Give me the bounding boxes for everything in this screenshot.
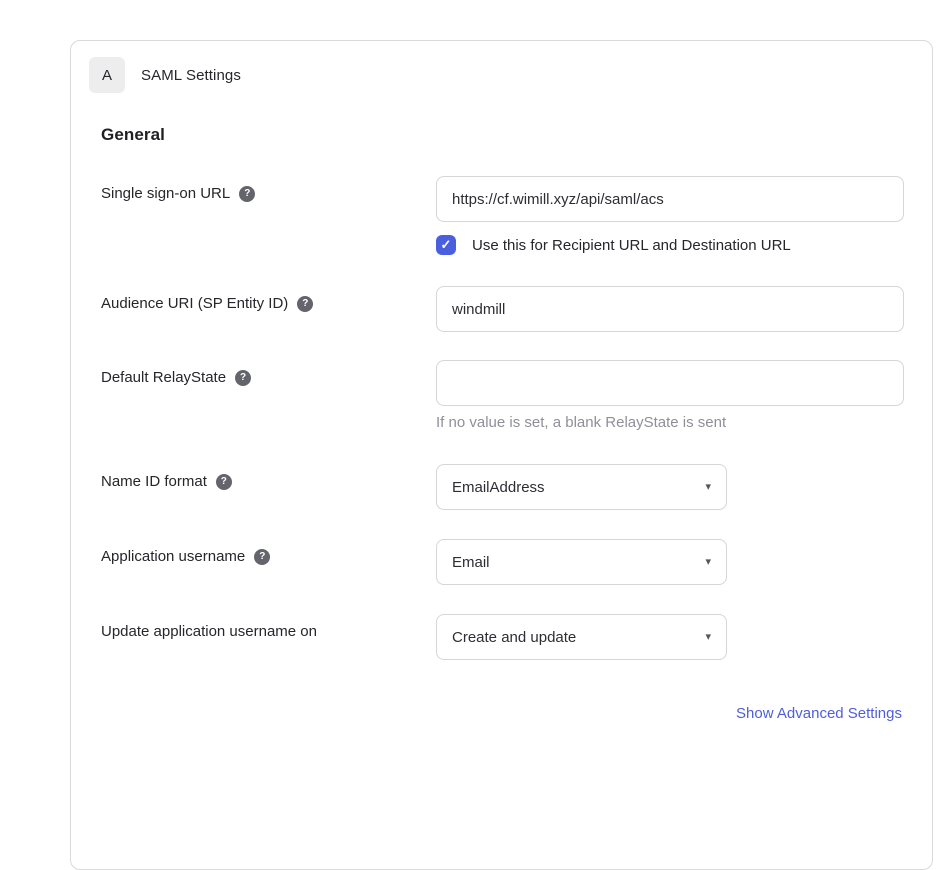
caret-down-icon: ▾ (705, 557, 711, 568)
update-username-label-text: Update application username on (101, 623, 317, 640)
footer-row: Show Advanced Settings (101, 705, 902, 723)
audience-uri-control (436, 286, 904, 332)
update-username-select-value: Create and update (452, 629, 576, 646)
application-username-select-value: Email (452, 554, 490, 571)
card-header: A SAML Settings (89, 57, 902, 93)
card-title: SAML Settings (141, 67, 241, 84)
form-row-nameid: Name ID format ? EmailAddress ▾ (101, 464, 902, 510)
saml-settings-card: A SAML Settings General Single sign-on U… (70, 40, 933, 870)
relaystate-hint: If no value is set, a blank RelayState i… (436, 414, 904, 431)
name-id-format-select[interactable]: EmailAddress ▾ (436, 464, 727, 510)
form-row-sso: Single sign-on URL ? ✓ Use this for Reci… (101, 176, 902, 255)
update-username-select[interactable]: Create and update ▾ (436, 614, 727, 660)
use-for-recipient-checkbox[interactable]: ✓ (436, 235, 456, 255)
sso-url-help-icon[interactable]: ? (239, 186, 255, 202)
sso-url-input[interactable] (436, 176, 904, 222)
sso-url-control: ✓ Use this for Recipient URL and Destina… (436, 176, 904, 255)
caret-down-icon: ▾ (705, 482, 711, 493)
form-row-app-username: Application username ? Email ▾ (101, 539, 902, 585)
application-username-label-text: Application username (101, 548, 245, 565)
audience-uri-label-text: Audience URI (SP Entity ID) (101, 295, 288, 312)
form-row-audience: Audience URI (SP Entity ID) ? (101, 286, 902, 332)
sso-url-label: Single sign-on URL ? (101, 176, 436, 202)
caret-down-icon: ▾ (705, 632, 711, 643)
audience-uri-help-icon[interactable]: ? (297, 296, 313, 312)
relaystate-control: If no value is set, a blank RelayState i… (436, 360, 904, 431)
section-badge: A (89, 57, 125, 93)
relaystate-label: Default RelayState ? (101, 360, 436, 386)
name-id-format-label-text: Name ID format (101, 473, 207, 490)
audience-uri-input[interactable] (436, 286, 904, 332)
relaystate-help-icon[interactable]: ? (235, 370, 251, 386)
name-id-format-label: Name ID format ? (101, 464, 436, 490)
saml-settings-form: Single sign-on URL ? ✓ Use this for Reci… (101, 176, 902, 723)
general-heading: General (101, 125, 902, 145)
sso-url-label-text: Single sign-on URL (101, 185, 230, 202)
application-username-select[interactable]: Email ▾ (436, 539, 727, 585)
show-advanced-settings-link[interactable]: Show Advanced Settings (736, 705, 902, 722)
sso-checkbox-row: ✓ Use this for Recipient URL and Destina… (436, 235, 904, 255)
audience-uri-label: Audience URI (SP Entity ID) ? (101, 286, 436, 312)
use-for-recipient-checkbox-label[interactable]: Use this for Recipient URL and Destinati… (472, 237, 791, 254)
form-row-relaystate: Default RelayState ? If no value is set,… (101, 360, 902, 431)
relaystate-input[interactable] (436, 360, 904, 406)
name-id-format-select-value: EmailAddress (452, 479, 545, 496)
form-row-update-username: Update application username on Create an… (101, 614, 902, 660)
application-username-label: Application username ? (101, 539, 436, 565)
relaystate-label-text: Default RelayState (101, 369, 226, 386)
application-username-help-icon[interactable]: ? (254, 549, 270, 565)
name-id-format-help-icon[interactable]: ? (216, 474, 232, 490)
update-username-label: Update application username on (101, 614, 436, 640)
